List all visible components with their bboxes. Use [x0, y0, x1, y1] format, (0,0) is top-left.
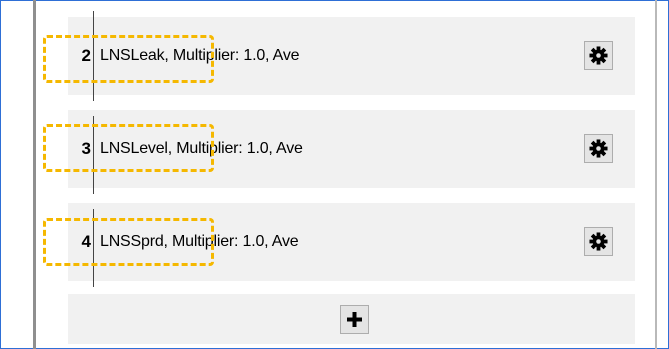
row-number: 2	[81, 46, 91, 65]
settings-button[interactable]	[584, 134, 613, 163]
row-divider	[93, 11, 94, 101]
plus-icon	[347, 312, 362, 327]
add-button[interactable]	[340, 305, 369, 334]
row-description: LNSLevel, Multiplier: 1.0, Ave	[100, 140, 303, 157]
settings-button[interactable]	[584, 41, 613, 70]
left-border-line	[33, 0, 36, 349]
row-description: LNSSprd, Multiplier: 1.0, Ave	[100, 233, 299, 250]
list-item[interactable]: 3 LNSLevel, Multiplier: 1.0, Ave	[68, 110, 635, 194]
scrollbar-track[interactable]	[655, 0, 657, 349]
add-row	[68, 294, 635, 344]
gear-icon	[589, 46, 608, 65]
row-number: 4	[81, 232, 91, 251]
list-item[interactable]: 4 LNSSprd, Multiplier: 1.0, Ave	[68, 203, 635, 287]
gear-icon	[589, 232, 608, 251]
row-divider	[93, 209, 94, 287]
gear-icon	[589, 139, 608, 158]
row-number: 3	[81, 139, 91, 158]
row-divider	[93, 116, 94, 194]
list-item[interactable]: 2 LNSLeak, Multiplier: 1.0, Ave	[68, 11, 635, 101]
settings-button[interactable]	[584, 227, 613, 256]
row-description: LNSLeak, Multiplier: 1.0, Ave	[100, 47, 300, 64]
